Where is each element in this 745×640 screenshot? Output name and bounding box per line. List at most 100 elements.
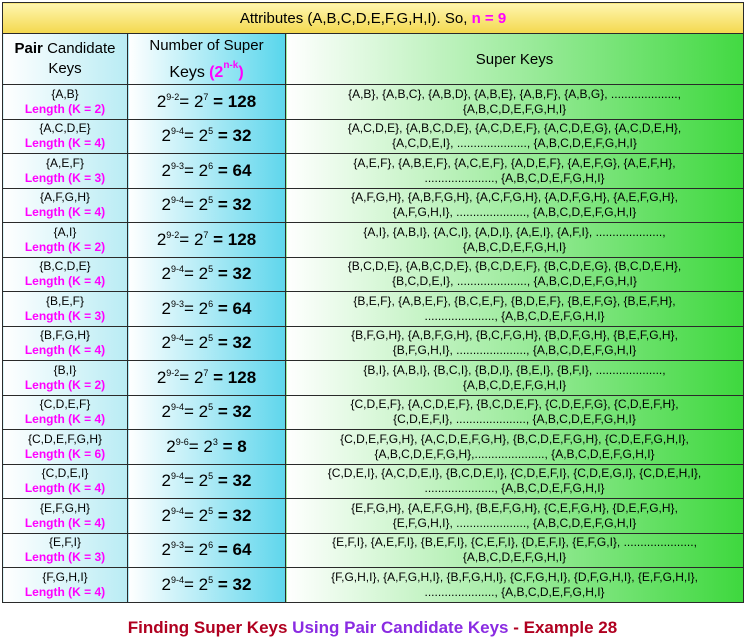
count-exponent-2: 7 — [203, 367, 209, 378]
super-key-count-cell: 29-4= 25 = 32 — [127, 118, 286, 154]
super-keys-cell: {C,D,E,I}, {A,C,D,E,I}, {B,C,D,E,I}, {C,… — [284, 463, 745, 499]
table-row: {B,C,D,E} Length (K = 4) 29-4= 25 = 32 {B,C… — [2, 256, 745, 292]
count-exponent-2: 5 — [208, 505, 214, 516]
candidate-key: {E,F,I} — [48, 535, 82, 550]
key-length: Length (K = 4) — [24, 481, 106, 496]
key-length: Length (K = 2) — [24, 239, 106, 254]
super-keys-line-1: {A,C,D,E}, {A,B,C,D,E}, {A,C,D,E,F}, {A,… — [347, 121, 682, 136]
super-key-count-cell: 29-2= 27 = 128 — [127, 84, 286, 120]
key-length: Length (K = 3) — [24, 550, 106, 565]
count-exponent-1: 9-2 — [166, 367, 180, 378]
key-length: Length (K = 2) — [24, 101, 106, 116]
table-row: {B,I} Length (K = 2) 29-2= 27 = 128 {B,I}, … — [2, 360, 745, 396]
header-candidate-keys-word: Candidate Keys — [47, 40, 116, 77]
count-exponent-2: 7 — [203, 91, 209, 102]
count-exponent-2: 5 — [208, 195, 214, 206]
candidate-key-cell: {A,F,G,H} Length (K = 4) — [2, 187, 128, 223]
count-result: = 64 — [217, 160, 252, 180]
count-exponent-2: 5 — [208, 126, 214, 137]
header-number-of-super-keys: Number of Super Keys (2n-k) — [127, 33, 286, 85]
candidate-key-cell: {A,I} Length (K = 2) — [2, 222, 128, 258]
count-result: = 128 — [213, 229, 257, 249]
super-key-count-cell: 29-4= 25 = 32 — [127, 567, 286, 603]
candidate-key: {F,G,H,I} — [42, 569, 88, 584]
count-result: = 32 — [217, 402, 252, 422]
super-keys-line-1: {E,F,G,H}, {A,E,F,G,H}, {B,E,F,G,H}, {C,… — [351, 500, 678, 515]
super-keys-cell: {B,I}, {A,B,I}, {B,C,I}, {B,D,I}, {B,E,I… — [284, 360, 745, 396]
count-exponent-1: 9-3 — [171, 298, 185, 309]
super-keys-line-1: {A,E,F}, {A,B,E,F}, {A,C,E,F}, {A,D,E,F}… — [353, 155, 676, 170]
table-row: {C,D,E,I} Length (K = 4) 29-4= 25 = 32 {C,D… — [2, 463, 745, 499]
count-exponent-1: 9-4 — [171, 471, 185, 482]
count-result: = 32 — [217, 471, 252, 491]
key-length: Length (K = 3) — [24, 170, 106, 185]
super-keys-cell: {A,B}, {A,B,C}, {A,B,D}, {A,B,E}, {A,B,F… — [284, 84, 745, 120]
super-keys-cell: {E,F,G,H}, {A,E,F,G,H}, {B,E,F,G,H}, {C,… — [284, 498, 745, 534]
super-keys-line-1: {B,E,F}, {A,B,E,F}, {B,C,E,F}, {B,D,E,F}… — [353, 293, 676, 308]
caption: Finding Super Keys Using Pair Candidate … — [0, 618, 745, 638]
super-keys-cell: {C,D,E,F}, {A,C,D,E,F}, {B,C,D,E,F}, {C,… — [284, 394, 745, 430]
title-row: Attributes (A,B,C,D,E,F,G,H,I). So, n = … — [1, 2, 745, 34]
key-length: Length (K = 4) — [24, 412, 106, 427]
super-keys-line-1: {B,I}, {A,B,I}, {B,C,I}, {B,D,I}, {B,E,I… — [363, 362, 666, 377]
candidate-key: {B,I} — [53, 362, 77, 377]
caption-part1: Finding Super Keys — [127, 618, 288, 637]
candidate-key-cell: {A,C,D,E} Length (K = 4) — [2, 118, 128, 154]
count-result: = 32 — [217, 505, 252, 525]
key-length: Length (K = 4) — [24, 274, 106, 289]
super-keys-line-1: {B,C,D,E}, {A,B,C,D,E}, {B,C,D,E,F}, {B,… — [347, 259, 682, 274]
super-key-count-cell: 29-4= 25 = 32 — [127, 325, 286, 361]
count-result: = 64 — [217, 298, 252, 318]
super-keys-line-2: {A,B,C,D,E,F,G,H,I} — [462, 377, 567, 392]
candidate-key: {C,D,E,I} — [41, 466, 89, 481]
super-keys-line-2: {C,D,E,F,I}, ....................., {A,B… — [393, 412, 636, 427]
count-exponent-2: 6 — [208, 160, 214, 171]
key-length: Length (K = 4) — [24, 584, 106, 599]
count-exponent-1: 9-4 — [171, 402, 185, 413]
candidate-key: {A,E,F} — [45, 155, 85, 170]
super-keys-line-2: {A,B,C,D,E,F,G,H,I} — [462, 550, 567, 565]
candidate-key-cell: {B,F,G,H} Length (K = 4) — [2, 325, 128, 361]
table-row: {A,B} Length (K = 2) 29-2= 27 = 128 {A,B}, … — [2, 84, 745, 120]
super-keys-cell: {A,F,G,H}, {A,B,F,G,H}, {A,C,F,G,H}, {A,… — [284, 187, 745, 223]
table-row: {A,C,D,E} Length (K = 4) 29-4= 25 = 32 {A,C… — [2, 118, 745, 154]
super-keys-line-1: {A,F,G,H}, {A,B,F,G,H}, {A,C,F,G,H}, {A,… — [351, 190, 678, 205]
count-exponent-1: 9-2 — [166, 91, 180, 102]
candidate-key: {A,F,G,H} — [39, 190, 91, 205]
super-keys-cell: {A,C,D,E}, {A,B,C,D,E}, {A,C,D,E,F}, {A,… — [284, 118, 745, 154]
key-length: Length (K = 4) — [24, 515, 106, 530]
super-keys-line-2: {A,B,C,D,E,F,G,H,I} — [462, 239, 567, 254]
caption-part2: Using Pair Candidate Keys — [292, 618, 509, 637]
attributes-title: Attributes (A,B,C,D,E,F,G,H,I). So, n = … — [1, 2, 745, 34]
candidate-key: {C,D,E,F} — [39, 397, 91, 412]
count-result: = 8 — [222, 436, 247, 456]
count-exponent-1: 9-3 — [171, 540, 185, 551]
table-row: {A,F,G,H} Length (K = 4) 29-4= 25 = 32 {A,F… — [2, 187, 745, 223]
table-row: {A,I} Length (K = 2) 29-2= 27 = 128 {A,I}, … — [2, 222, 745, 258]
count-exponent-2: 7 — [203, 229, 209, 240]
count-exponent-2: 6 — [208, 298, 214, 309]
count-exponent-1: 9-4 — [171, 505, 185, 516]
super-keys-line-2: {E,F,G,H,I}, ....................., {A,B… — [392, 515, 637, 530]
super-key-count-cell: 29-3= 26 = 64 — [127, 291, 286, 327]
key-length: Length (K = 6) — [24, 446, 106, 461]
table-row: {F,G,H,I} Length (K = 4) 29-4= 25 = 32 {F,G… — [2, 567, 745, 603]
candidate-key: {E,F,G,H} — [39, 500, 91, 515]
key-length: Length (K = 4) — [24, 136, 106, 151]
super-keys-cell: {B,F,G,H}, {A,B,F,G,H}, {B,C,F,G,H}, {B,… — [284, 325, 745, 361]
super-keys-line-1: {C,D,E,I}, {A,C,D,E,I}, {B,C,D,E,I}, {C,… — [327, 466, 702, 481]
candidate-key: {B,F,G,H} — [39, 328, 91, 343]
super-keys-line-1: {A,I}, {A,B,I}, {A,C,I}, {A,D,I}, {A,E,I… — [363, 224, 666, 239]
super-key-count-cell: 29-4= 25 = 32 — [127, 256, 286, 292]
candidate-key-cell: {C,D,E,F} Length (K = 4) — [2, 394, 128, 430]
header-pair-word: Pair — [14, 40, 43, 57]
count-result: = 32 — [217, 126, 252, 146]
super-key-count-cell: 29-4= 25 = 32 — [127, 498, 286, 534]
candidate-key: {A,I} — [53, 224, 77, 239]
table-row: {C,D,E,F} Length (K = 4) 29-4= 25 = 32 {C,D… — [2, 394, 745, 430]
header-keys-line: Keys (2n-k) — [128, 56, 285, 83]
super-keys-line-1: {B,F,G,H}, {A,B,F,G,H}, {B,C,F,G,H}, {B,… — [351, 328, 678, 343]
candidate-key-cell: {F,G,H,I} Length (K = 4) — [2, 567, 128, 603]
count-exponent-2: 6 — [208, 540, 214, 551]
candidate-key: {A,B} — [51, 86, 79, 101]
